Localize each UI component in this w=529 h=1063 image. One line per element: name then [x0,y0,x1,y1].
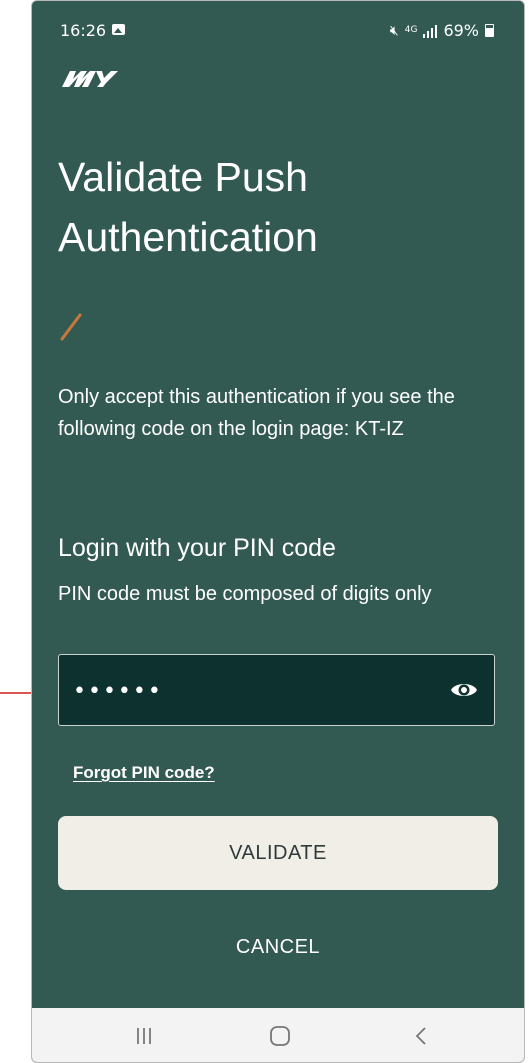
mute-icon: 🔇︎ [389,22,399,39]
cancel-button[interactable]: CANCEL [58,919,498,975]
brand-logo [62,71,118,87]
signal-icon [423,24,438,38]
battery-icon [485,24,494,37]
pin-field[interactable] [58,654,495,726]
battery-percent: 69% [443,21,479,40]
accent-stroke [60,313,82,341]
page-title: Validate Push Authentication [58,154,318,260]
auth-code-info: Only accept this authentication if you s… [58,386,455,440]
eye-icon[interactable] [450,679,478,701]
recent-apps-icon[interactable] [132,1024,156,1048]
system-nav-bar [32,1008,524,1062]
phone-frame: 16:26 🔇︎ 4G 69% Validate Push Authentica… [31,0,525,1063]
page: 16:26 🔇︎ 4G 69% Validate Push Authentica… [0,0,529,1063]
pin-hint: PIN code must be composed of digits only [58,583,432,605]
pin-input[interactable] [71,667,435,715]
status-icons: 🔇︎ 4G 69% [390,21,494,40]
status-time: 16:26 [60,21,107,40]
forgot-pin-link[interactable]: Forgot PIN code? [73,763,215,783]
back-icon[interactable] [410,1024,434,1048]
app-screen: 16:26 🔇︎ 4G 69% Validate Push Authentica… [32,1,524,1008]
pin-heading: Login with your PIN code [58,534,336,562]
network-label: 4G [404,25,418,35]
gallery-icon [112,24,125,35]
home-icon[interactable] [268,1024,292,1048]
validate-button[interactable]: VALIDATE [58,816,498,890]
status-bar: 16:26 🔇︎ 4G 69% [32,1,524,61]
